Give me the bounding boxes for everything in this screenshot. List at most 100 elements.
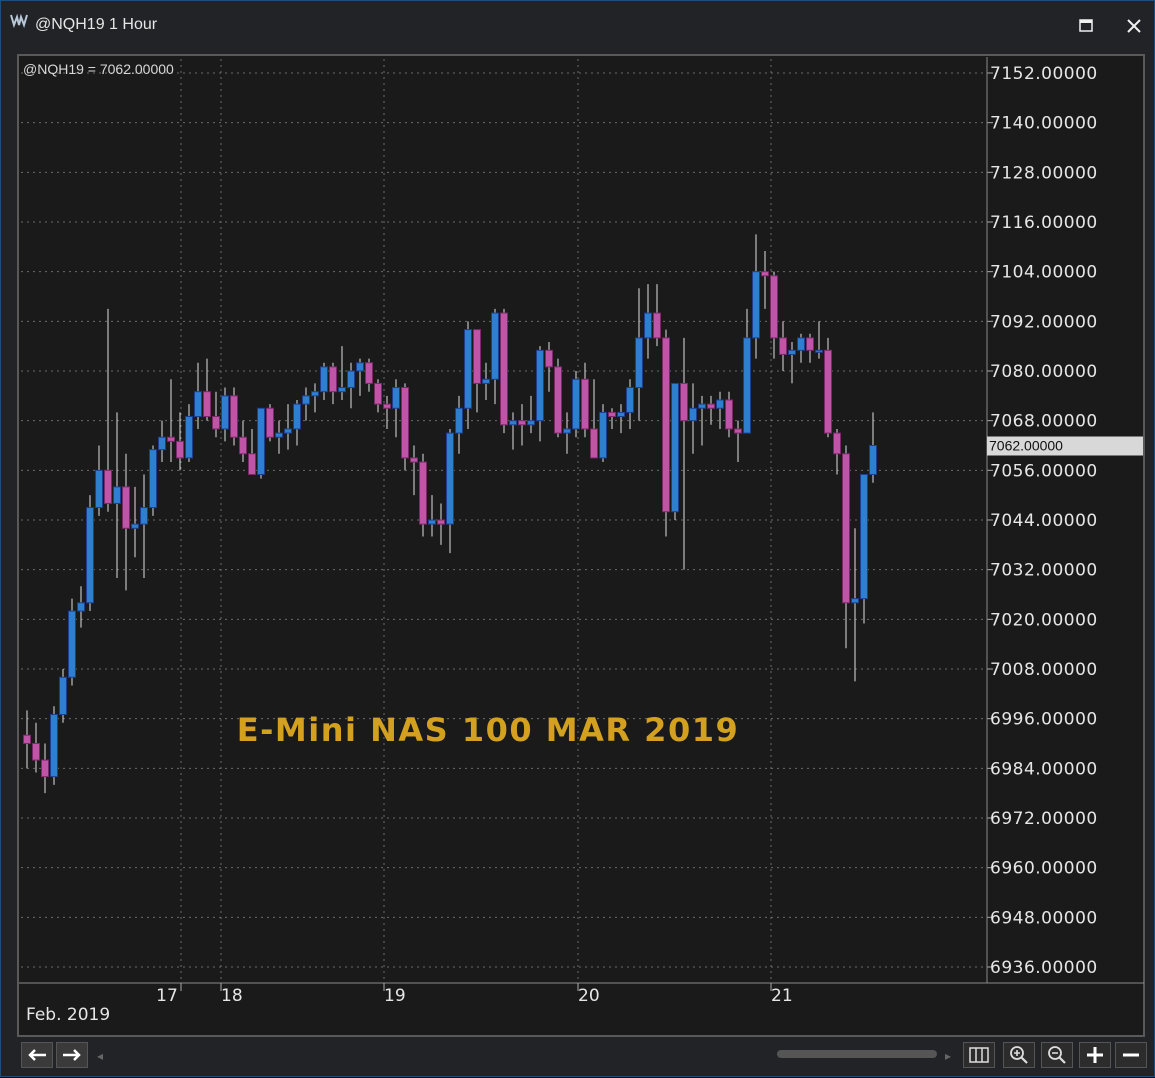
candle-up xyxy=(670,382,680,513)
candle-up xyxy=(463,329,473,409)
zoom-out-icon xyxy=(1048,1046,1066,1064)
candle-up xyxy=(337,387,347,393)
candle-down xyxy=(31,743,41,761)
x-tick-label: 19 xyxy=(384,986,406,1006)
candle-down xyxy=(364,362,374,384)
zoom-out-button[interactable] xyxy=(1041,1042,1073,1068)
candle-up xyxy=(445,432,455,525)
candle-up xyxy=(319,366,329,393)
zoom-in-button[interactable] xyxy=(1003,1042,1035,1068)
candle-down xyxy=(103,469,113,504)
candle-up xyxy=(346,370,356,389)
y-tick-label: 7056.00000 xyxy=(990,461,1098,481)
candle-up xyxy=(193,391,203,418)
scroll-left-arrow-icon[interactable]: ◂ xyxy=(97,1049,103,1063)
candle-up xyxy=(490,312,500,380)
symbol-price-label: @NQH19 = 7062.00000 xyxy=(23,61,174,77)
candle-down xyxy=(400,387,410,459)
y-tick-label: 7116.00000 xyxy=(990,213,1098,233)
arrow-left-icon xyxy=(28,1049,46,1061)
candle-up xyxy=(508,420,518,426)
candle-up xyxy=(859,473,869,600)
add-bars-button[interactable] xyxy=(1079,1042,1111,1068)
y-tick-label: 7020.00000 xyxy=(990,610,1098,630)
y-tick-label: 7140.00000 xyxy=(990,114,1098,134)
candle-down xyxy=(769,275,779,339)
candle-up xyxy=(292,403,302,430)
scroll-thumb[interactable] xyxy=(777,1050,937,1058)
chart-watermark: E-Mini NAS 100 MAR 2019 xyxy=(237,711,739,749)
candle-up xyxy=(157,436,167,451)
candle-down xyxy=(517,420,527,426)
candle-down xyxy=(733,428,743,434)
y-tick-label: 7128.00000 xyxy=(990,163,1098,183)
scroll-forward-button[interactable] xyxy=(56,1042,88,1068)
y-tick-label: 7068.00000 xyxy=(990,412,1098,432)
candlestick-chart[interactable]: 7152.00000 7140.00000 7128.00000 7116.00000… xyxy=(1,1,1155,1078)
candle-up xyxy=(643,312,653,339)
candle-up xyxy=(535,349,545,422)
zoom-in-icon xyxy=(1010,1046,1028,1064)
candle-down xyxy=(238,436,248,455)
candle-up xyxy=(85,507,95,604)
candle-up xyxy=(427,519,437,525)
candle-down xyxy=(652,312,662,339)
horizontal-scrollbar[interactable]: ◂ ▸ xyxy=(97,1049,957,1063)
x-tick-label: 21 xyxy=(771,986,793,1006)
candle-down xyxy=(229,395,239,438)
candle-up xyxy=(787,349,797,355)
y-tick-label: 6948.00000 xyxy=(990,908,1098,928)
candle-down xyxy=(40,759,50,778)
plus-icon xyxy=(1087,1047,1103,1063)
x-tick-label: 20 xyxy=(578,986,600,1006)
candle-up xyxy=(481,378,491,384)
candle-down xyxy=(175,440,185,459)
candle-down xyxy=(661,337,671,513)
candle-down xyxy=(580,378,590,430)
candle-down xyxy=(382,403,392,409)
candle-down xyxy=(823,349,833,434)
candle-down xyxy=(760,271,770,277)
candle-down xyxy=(778,337,788,355)
chart-toolbar: ◂ ▸ xyxy=(1,1039,1154,1075)
candle-down xyxy=(373,382,383,405)
candle-up xyxy=(526,420,536,426)
candle-up xyxy=(616,411,626,418)
candle-up xyxy=(283,428,293,434)
candle-up xyxy=(220,395,230,430)
candle-up xyxy=(391,387,401,409)
candle-up xyxy=(454,407,464,434)
candle-up xyxy=(562,428,572,434)
candle-up xyxy=(184,416,194,459)
candle-up xyxy=(814,349,824,353)
y-tick-label: 7008.00000 xyxy=(990,660,1098,680)
candle-up xyxy=(634,337,644,389)
candle-up xyxy=(796,337,806,351)
candle-down xyxy=(247,453,257,475)
x-tick-label: 17 xyxy=(156,986,178,1006)
minus-icon xyxy=(1123,1053,1139,1057)
candle-up xyxy=(49,714,59,778)
candle-down xyxy=(841,453,851,604)
candle-down xyxy=(166,436,176,442)
candle-down xyxy=(607,411,617,418)
candle-up xyxy=(67,610,77,678)
candle-up xyxy=(76,602,86,612)
candle-down xyxy=(589,428,599,459)
candle-up xyxy=(256,407,266,475)
candle-up xyxy=(571,378,581,430)
candle-down xyxy=(544,349,554,368)
y-tick-label: 7104.00000 xyxy=(990,263,1098,283)
y-tick-label: 6996.00000 xyxy=(990,710,1098,730)
candle-up xyxy=(355,362,365,372)
x-axis-month-label: Feb. 2019 xyxy=(26,1005,110,1025)
candle-up xyxy=(697,403,707,409)
scroll-right-arrow-icon[interactable]: ▸ xyxy=(945,1049,951,1063)
bar-spacing-button[interactable] xyxy=(963,1042,995,1068)
candle-up xyxy=(751,271,761,339)
chart-window: @NQH19 1 Hour 7152.00000 7140.00000 7128.0… xyxy=(0,0,1155,1077)
candle-up xyxy=(598,411,608,459)
scroll-back-button[interactable] xyxy=(21,1042,53,1068)
candle-down xyxy=(499,312,509,426)
remove-bars-button[interactable] xyxy=(1115,1042,1147,1068)
